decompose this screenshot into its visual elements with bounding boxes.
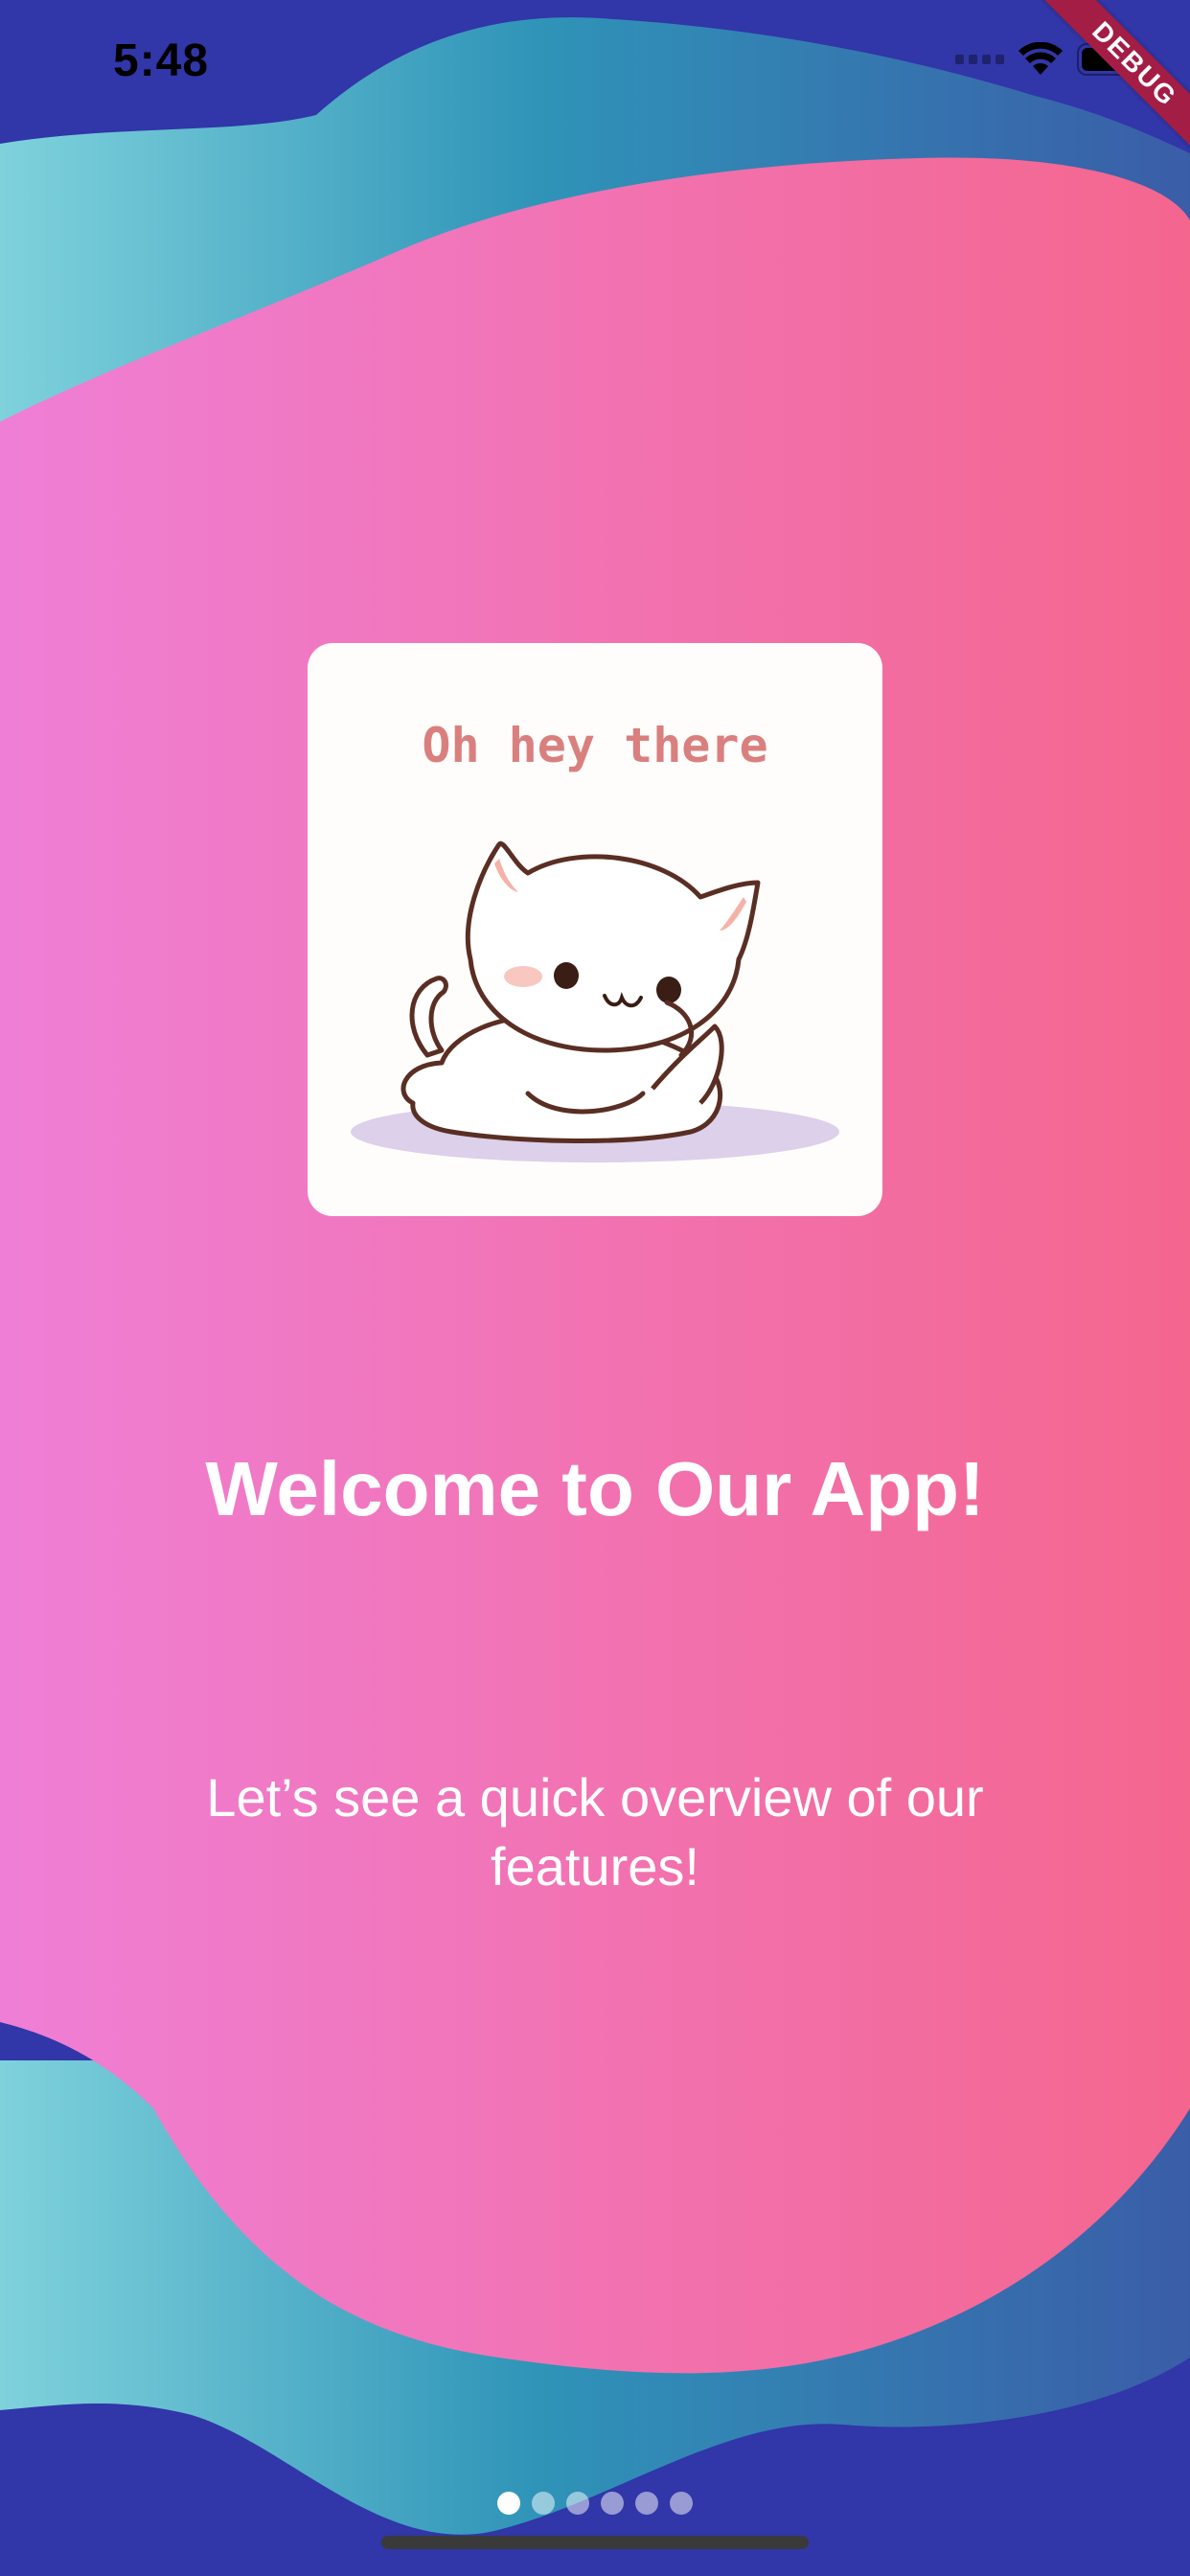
home-indicator[interactable] — [381, 2536, 809, 2549]
page-dot-2[interactable] — [532, 2492, 555, 2515]
welcome-subtitle: Let’s see a quick overview of our featur… — [206, 1767, 984, 1897]
cat-sticker-image — [351, 840, 839, 1162]
page-dot-3[interactable] — [566, 2492, 589, 2515]
illustration-card: Oh hey there — [308, 643, 882, 1216]
background-blobs — [0, 0, 1190, 2576]
onboarding-screen: 5:48 DEBUG Oh hey there Welcome to Our A… — [0, 0, 1190, 2576]
page-dot-4[interactable] — [601, 2492, 624, 2515]
wifi-icon — [1018, 42, 1063, 75]
welcome-title: Welcome to Our App! — [205, 1446, 985, 1531]
page-indicator[interactable] — [0, 2492, 1190, 2515]
page-dot-5[interactable] — [635, 2492, 658, 2515]
signal-icon — [955, 55, 1004, 64]
card-caption: Oh hey there — [422, 718, 768, 773]
page-dot-6[interactable] — [670, 2492, 693, 2515]
status-bar-time: 5:48 — [113, 35, 210, 86]
page-dot-1[interactable] — [497, 2492, 520, 2515]
